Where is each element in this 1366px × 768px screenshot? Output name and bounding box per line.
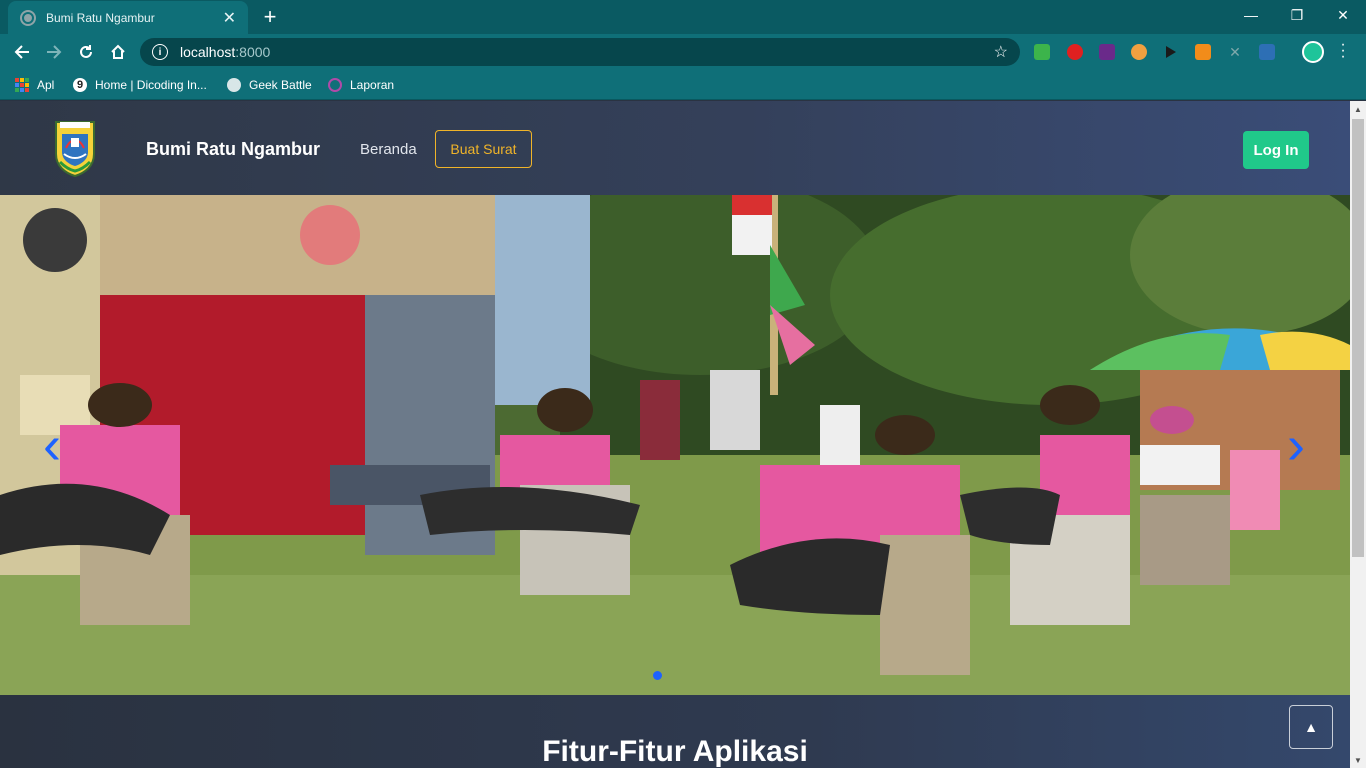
browser-toolbar: i localhost:8000 ☆ ✕ · · · [0,34,1366,70]
extension-icon[interactable] [1131,44,1147,60]
tab-close-icon[interactable]: ✕ [223,8,236,28]
browser-menu-icon[interactable]: · · · [1338,37,1348,65]
minimize-button[interactable]: — [1228,0,1274,30]
carousel-slide-photo [0,195,1350,695]
scroll-up-icon[interactable]: ▲ [1350,101,1366,117]
hero-carousel: ‹ › [0,195,1350,695]
extension-icon[interactable]: ✕ [1227,44,1243,60]
page-scrollbar[interactable]: ▲ ▼ [1350,101,1366,768]
extension-icon[interactable] [1067,44,1083,60]
close-window-button[interactable]: ✕ [1320,0,1366,30]
reload-icon[interactable] [74,40,98,64]
profile-avatar[interactable] [1302,41,1324,63]
bookmark-label: Laporan [350,78,395,92]
url-port: :8000 [235,44,271,60]
dicoding-icon: 9 [73,78,87,92]
extension-icon[interactable] [1034,44,1050,60]
globe-icon [20,9,36,26]
bookmark-star-icon[interactable]: ☆ [994,42,1008,62]
bookmark-label: Home | Dicoding In... [95,78,207,92]
nav-home-link[interactable]: Beranda [360,141,417,158]
extension-icon[interactable] [1259,44,1275,60]
globe-icon [227,78,241,92]
bookmark-item[interactable]: Laporan [328,76,394,94]
browser-tab[interactable]: Bumi Ratu Ngambur ✕ [8,1,248,34]
bookmark-item[interactable]: Geek Battle [227,76,312,94]
forward-icon[interactable] [42,40,66,64]
scroll-thumb[interactable] [1352,119,1364,557]
features-section: Fitur-Fitur Aplikasi ▲ [0,695,1350,768]
bookmark-label: Geek Battle [249,78,312,92]
chevron-up-icon: ▲ [1304,719,1318,735]
carousel-indicator[interactable] [653,671,662,680]
regency-emblem-logo[interactable] [52,118,98,178]
web-page: Bumi Ratu Ngambur Beranda Buat Surat Log… [0,101,1350,768]
make-letter-button[interactable]: Buat Surat [435,130,532,168]
carousel-prev-icon[interactable]: ‹ [32,415,72,475]
address-bar[interactable]: i localhost:8000 ☆ [140,38,1020,66]
back-icon[interactable] [10,40,34,64]
bookmark-item[interactable]: 9 Home | Dicoding In... [73,76,207,94]
new-tab-button[interactable]: + [258,4,282,30]
apps-grid-icon [15,78,29,92]
circle-icon [328,78,342,92]
back-to-top-button[interactable]: ▲ [1289,705,1333,749]
url-host: localhost [180,44,236,60]
home-icon[interactable] [106,40,130,64]
extension-icon[interactable] [1099,44,1115,60]
carousel-next-icon[interactable]: › [1276,415,1316,475]
site-brand[interactable]: Bumi Ratu Ngambur [146,139,320,160]
bookmarks-bar: Apl 9 Home | Dicoding In... Geek Battle … [0,70,1366,100]
site-navbar: Bumi Ratu Ngambur Beranda Buat Surat Log… [0,101,1350,195]
scroll-down-icon[interactable]: ▼ [1350,752,1366,768]
bookmark-item[interactable]: Apl [15,76,54,94]
bookmark-label: Apl [37,78,55,92]
maximize-button[interactable]: ❐ [1274,0,1320,30]
browser-tabstrip: Bumi Ratu Ngambur ✕ + — ❐ ✕ [0,0,1366,34]
extension-icon[interactable] [1163,44,1179,60]
login-button[interactable]: Log In [1243,131,1309,169]
rss-icon[interactable] [1195,44,1211,60]
info-icon[interactable]: i [152,44,168,60]
tab-title: Bumi Ratu Ngambur [46,10,155,25]
features-title: Fitur-Fitur Aplikasi [542,735,808,768]
